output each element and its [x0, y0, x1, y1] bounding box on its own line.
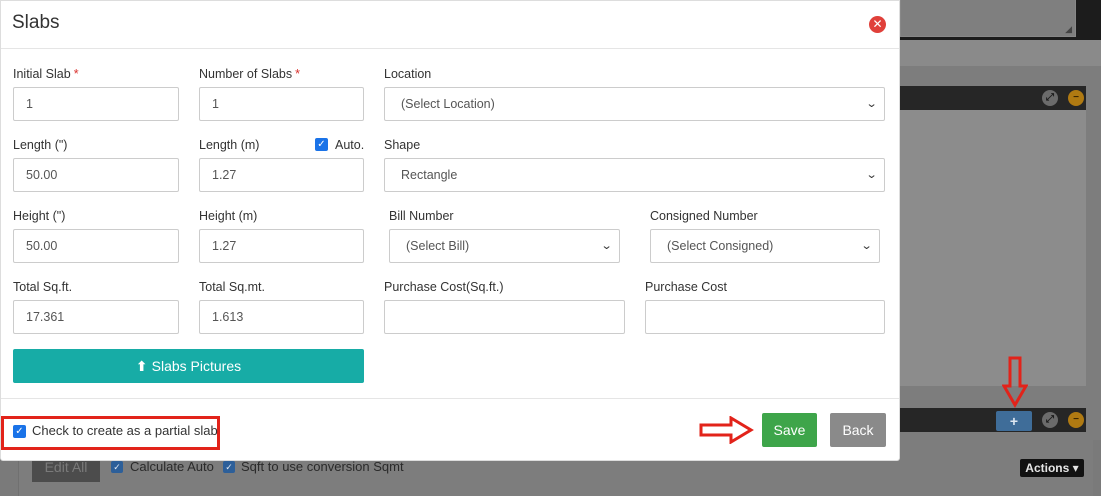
partial-slab-checkbox[interactable]: ✓ [13, 425, 26, 438]
total-sqmt-input[interactable]: 1.613 [199, 300, 364, 334]
consigned-number-selected-value: (Select Consigned) [667, 239, 774, 253]
annotation-arrow-right-icon [699, 416, 754, 444]
length-meters-label: Length (m) [199, 138, 260, 152]
actions-dropdown: Actions ▾ [1020, 459, 1084, 477]
background-panel-header: ⤢ − [888, 86, 1086, 110]
add-slab-button: + [996, 411, 1032, 431]
consigned-number-label: Consigned Number [650, 209, 758, 223]
length-meters-input[interactable]: 1.27 [199, 158, 364, 192]
bill-number-select[interactable]: (Select Bill) ⌄ [389, 229, 620, 263]
height-inches-input[interactable]: 50.00 [13, 229, 179, 263]
chevron-down-icon: ⌄ [865, 98, 878, 110]
height-inches-label: Height (") [13, 209, 66, 223]
shape-select[interactable]: Rectangle ⌄ [384, 158, 885, 192]
save-button[interactable]: Save [762, 413, 817, 447]
purchase-cost-sqft-label: Purchase Cost(Sq.ft.) [384, 280, 504, 294]
partial-slab-label: Check to create as a partial slab [32, 423, 218, 438]
purchase-cost-sqft-input[interactable] [384, 300, 625, 334]
expand-icon: ⤢ [1042, 90, 1058, 106]
number-of-slabs-input[interactable]: 1 [199, 87, 364, 121]
shape-selected-value: Rectangle [401, 168, 458, 182]
location-label: Location [384, 67, 432, 81]
background-band [900, 40, 1101, 66]
background-panel-body [888, 110, 1086, 386]
location-select[interactable]: (Select Location) ⌄ [384, 87, 885, 121]
calculate-auto-label: Calculate Auto [130, 459, 214, 474]
actions-label: Actions [1025, 461, 1070, 475]
length-inches-label: Length (") [13, 138, 68, 152]
length-inches-input[interactable]: 50.00 [13, 158, 179, 192]
sqft-conversion-label: Sqft to use conversion Sqmt [241, 459, 404, 474]
consigned-number-select[interactable]: (Select Consigned) ⌄ [650, 229, 880, 263]
upload-icon: ⬆ [135, 358, 148, 374]
background-textarea: ◢ [900, 0, 1076, 37]
chevron-down-icon: ⌄ [600, 240, 613, 252]
auto-checkbox[interactable]: ✓ [315, 138, 328, 151]
minimize-icon: − [1068, 412, 1084, 428]
total-sqft-label: Total Sq.ft. [13, 280, 73, 294]
modal-title: Slabs [12, 12, 60, 33]
number-of-slabs-label: Number of Slabs * [199, 67, 300, 81]
expand-icon: ⤢ [1042, 412, 1058, 428]
modal-header: Slabs ✕ [1, 1, 899, 49]
total-sqft-input[interactable]: 17.361 [13, 300, 179, 334]
slabs-pictures-button[interactable]: ⬆ Slabs Pictures [13, 349, 364, 383]
height-meters-label: Height (m) [199, 209, 258, 223]
calculate-auto-checkbox: ✓ [111, 461, 123, 473]
purchase-cost-input[interactable] [645, 300, 885, 334]
initial-slab-label: Initial Slab * [13, 67, 79, 81]
sqft-conversion-checkbox: ✓ [223, 461, 235, 473]
footer-divider [1, 398, 899, 399]
close-icon[interactable]: ✕ [869, 16, 886, 33]
shape-label: Shape [384, 138, 421, 152]
background-panel-bottom: ⤢ − [888, 408, 1086, 432]
background-panel-header-bottom: ⤢ − [888, 408, 1086, 432]
chevron-down-icon: ⌄ [860, 240, 873, 252]
minimize-icon: − [1068, 90, 1084, 106]
purchase-cost-label: Purchase Cost [645, 280, 727, 294]
auto-label: Auto. [335, 138, 365, 152]
total-sqmt-label: Total Sq.mt. [199, 280, 265, 294]
slabs-modal: Slabs ✕ Initial Slab * 1 Number of Slabs *… [0, 0, 900, 461]
caret-down-icon: ▾ [1072, 461, 1079, 475]
bill-number-selected-value: (Select Bill) [406, 239, 470, 253]
location-selected-value: (Select Location) [401, 97, 495, 111]
resize-handle-icon: ◢ [1065, 24, 1072, 34]
annotation-arrow-down-icon [1002, 356, 1028, 408]
slabs-pictures-label: Slabs Pictures [151, 358, 242, 374]
chevron-down-icon: ⌄ [865, 169, 878, 181]
back-button[interactable]: Back [830, 413, 886, 447]
bill-number-label: Bill Number [389, 209, 454, 223]
background-panel-top: ⤢ − [888, 86, 1086, 386]
initial-slab-input[interactable]: 1 [13, 87, 179, 121]
height-meters-input[interactable]: 1.27 [199, 229, 364, 263]
